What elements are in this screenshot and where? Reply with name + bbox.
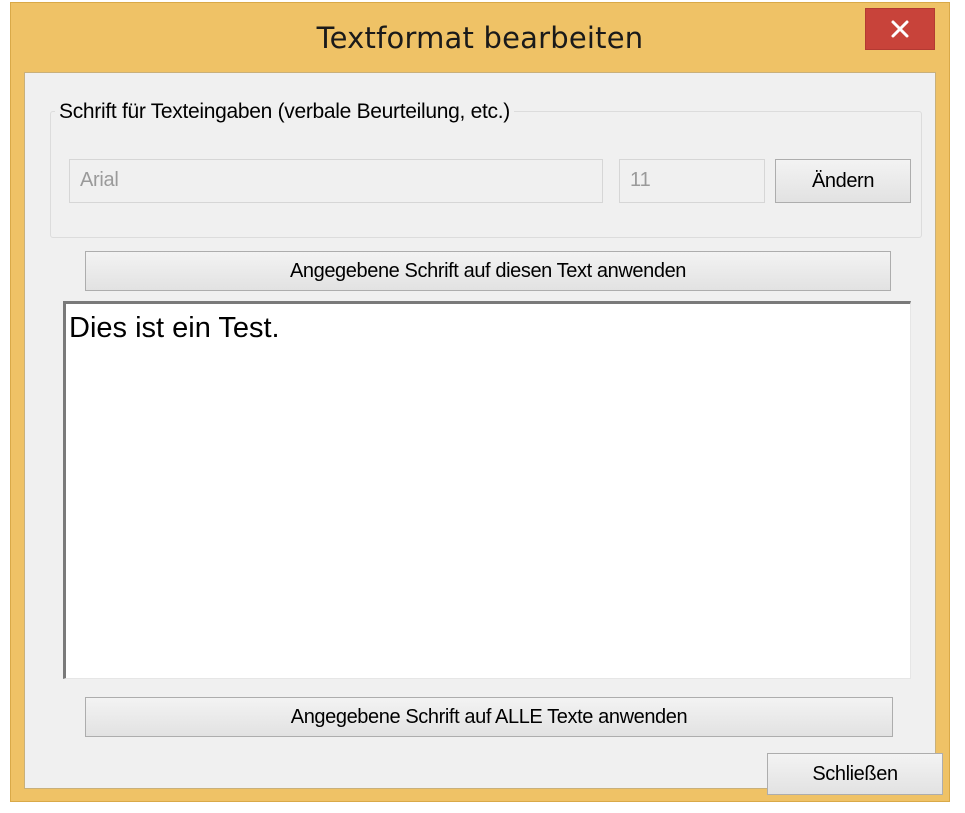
font-size-field: 11 — [619, 159, 765, 203]
font-name-field: Arial — [69, 159, 603, 203]
dialog-content: Schrift für Texteingaben (verbale Beurte… — [24, 72, 943, 795]
apply-font-to-all-texts-button[interactable]: Angegebene Schrift auf ALLE Texte anwend… — [85, 697, 893, 737]
close-button[interactable]: Schließen — [767, 753, 943, 795]
dialog-window: Textformat bearbeiten Schrift für Textei… — [10, 2, 950, 802]
window-title: Textformat bearbeiten — [316, 21, 644, 55]
change-font-button[interactable]: Ändern — [775, 159, 911, 203]
close-icon — [891, 20, 909, 38]
title-bar[interactable]: Textformat bearbeiten — [11, 3, 949, 71]
close-window-button[interactable] — [865, 8, 935, 50]
font-group-legend: Schrift für Texteingaben (verbale Beurte… — [55, 100, 514, 124]
preview-text-area[interactable]: Dies ist ein Test. — [63, 301, 911, 679]
apply-font-to-this-text-button[interactable]: Angegebene Schrift auf diesen Text anwen… — [85, 251, 891, 291]
